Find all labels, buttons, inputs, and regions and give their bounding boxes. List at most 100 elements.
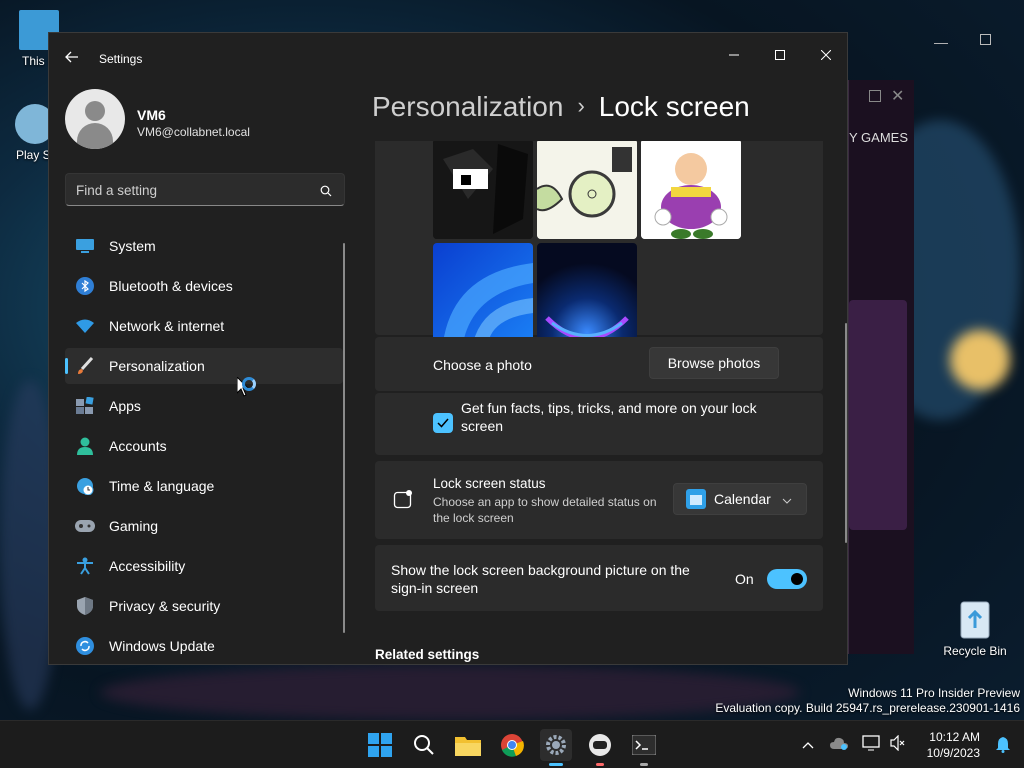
evaluation-watermark: Windows 11 Pro Insider Preview Evaluatio… [715, 686, 1020, 716]
minimize-icon[interactable]: — [934, 34, 948, 50]
sidebar-item-personalization[interactable]: Personalization [65, 348, 343, 384]
file-explorer-button[interactable] [452, 729, 484, 761]
start-button[interactable] [364, 729, 396, 761]
taskbar-search-button[interactable] [408, 729, 440, 761]
fun-facts-row: Get fun facts, tips, tricks, and more on… [375, 393, 823, 455]
maximize-icon[interactable] [869, 90, 881, 102]
sidebar-scrollbar[interactable] [343, 243, 345, 633]
minimize-icon [729, 54, 739, 56]
sidebar-item-time-language[interactable]: Time & language [65, 468, 343, 504]
display-icon[interactable] [862, 734, 880, 756]
fun-facts-checkbox[interactable] [433, 413, 453, 433]
recent-image-3[interactable] [641, 141, 741, 239]
file-explorer-icon [455, 737, 481, 756]
fun-facts-label: Get fun facts, tips, tricks, and more on… [461, 400, 757, 434]
back-arrow-icon[interactable] [65, 50, 79, 64]
sidebar-item-bluetooth[interactable]: Bluetooth & devices [65, 268, 343, 304]
volume-muted-icon[interactable] [890, 734, 906, 756]
sidebar-item-accessibility[interactable]: Accessibility [65, 548, 343, 584]
close-icon[interactable]: ✕ [891, 86, 904, 106]
clock-date: 10/9/2023 [926, 746, 980, 760]
close-button[interactable] [803, 39, 847, 71]
settings-window: Settings VM6 VM6@collabnet.local Find a … [48, 32, 848, 665]
user-name: VM6 [137, 107, 166, 123]
settings-taskbar-button[interactable] [540, 729, 572, 766]
avatar[interactable] [65, 89, 125, 149]
lock-status-description: Choose an app to show detailed status on… [433, 495, 657, 525]
search-input[interactable]: Find a setting [65, 173, 345, 206]
breadcrumb: Personalization › Lock screen [372, 91, 750, 123]
system-tray [802, 721, 906, 768]
start-icon [368, 733, 392, 757]
shield-icon [75, 596, 95, 616]
chrome-icon [501, 734, 524, 757]
clock-globe-icon [75, 476, 95, 496]
games-tab[interactable]: Y GAMES [849, 130, 908, 145]
chrome-button[interactable] [496, 729, 528, 761]
chevron-right-icon: › [577, 93, 585, 118]
chevron-up-icon[interactable] [802, 736, 814, 754]
app-title: Settings [99, 52, 143, 66]
sidebar-item-system[interactable]: System [65, 228, 343, 264]
choose-photo-label: Choose a photo [433, 357, 532, 373]
checkmark-icon [437, 418, 449, 428]
user-email: VM6@collabnet.local [137, 125, 250, 139]
sidebar-item-privacy[interactable]: Privacy & security [65, 588, 343, 624]
close-icon [821, 50, 831, 60]
sidebar-item-accounts[interactable]: Accounts [65, 428, 343, 464]
watermark-line-1: Windows 11 Pro Insider Preview [848, 686, 1020, 700]
sidebar-item-label: Network & internet [109, 318, 225, 334]
refresh-icon [75, 636, 95, 656]
notification-bell-icon[interactable] [996, 737, 1010, 758]
recent-image-2[interactable] [537, 141, 637, 239]
sidebar-item-label: System [109, 238, 156, 254]
maximize-button[interactable] [757, 39, 803, 71]
recent-image-4[interactable] [433, 243, 533, 343]
content-pane: Choose a photo Browse photos Get fun fac… [375, 141, 825, 664]
wifi-icon [75, 316, 95, 336]
sidebar-item-label: Personalization [109, 358, 205, 374]
signin-background-toggle[interactable] [767, 569, 807, 589]
browse-photos-button[interactable]: Browse photos [649, 347, 779, 379]
maximize-icon[interactable] [980, 34, 991, 45]
signin-background-label: Show the lock screen background picture … [391, 562, 690, 596]
sidebar-item-label: Windows Update [109, 638, 215, 654]
breadcrumb-parent[interactable]: Personalization [372, 91, 563, 122]
search-icon[interactable] [320, 184, 332, 202]
background-app-window[interactable]: ✕ Y GAMES [848, 80, 914, 654]
background-panel [849, 300, 907, 530]
wallpaper-bottom-glow [100, 665, 800, 720]
sidebar-item-apps[interactable]: Apps [65, 388, 343, 424]
apps-icon [75, 396, 95, 416]
busy-spinner-icon [242, 377, 256, 391]
terminal-taskbar-button[interactable] [628, 729, 660, 766]
search-icon [414, 735, 434, 755]
taskbar-clock[interactable]: 10:12 AM 10/9/2023 [927, 729, 980, 761]
person-icon [75, 436, 95, 456]
lock-status-dropdown[interactable]: Calendar [673, 483, 807, 515]
lock-screen-status-card: Lock screen status Choose an app to show… [375, 461, 823, 539]
signin-background-row: Show the lock screen background picture … [375, 545, 823, 611]
related-settings-heading: Related settings [375, 647, 480, 662]
minimize-button[interactable] [711, 39, 757, 71]
accessibility-icon [75, 556, 95, 576]
sidebar-item-windows-update[interactable]: Windows Update [65, 628, 343, 664]
sidebar-item-label: Accounts [109, 438, 167, 454]
sidebar-item-network[interactable]: Network & internet [65, 308, 343, 344]
sidebar-item-label: Accessibility [109, 558, 186, 574]
cloud-icon[interactable] [830, 736, 848, 755]
search-placeholder: Find a setting [76, 183, 158, 198]
sidebar-item-gaming[interactable]: Gaming [65, 508, 343, 544]
status-app-icon [393, 489, 413, 514]
app-taskbar-button[interactable] [584, 729, 616, 766]
content-scrollbar[interactable] [845, 323, 847, 543]
toggle-state-label: On [735, 571, 754, 587]
lock-status-selected: Calendar [714, 491, 771, 507]
brush-icon [75, 356, 95, 376]
sidebar-item-label: Privacy & security [109, 598, 221, 614]
monitor-icon [75, 236, 95, 256]
recent-image-1[interactable] [433, 141, 533, 239]
lock-status-title: Lock screen status [433, 476, 546, 491]
recent-image-5[interactable] [537, 243, 637, 343]
app-icon [589, 734, 611, 756]
